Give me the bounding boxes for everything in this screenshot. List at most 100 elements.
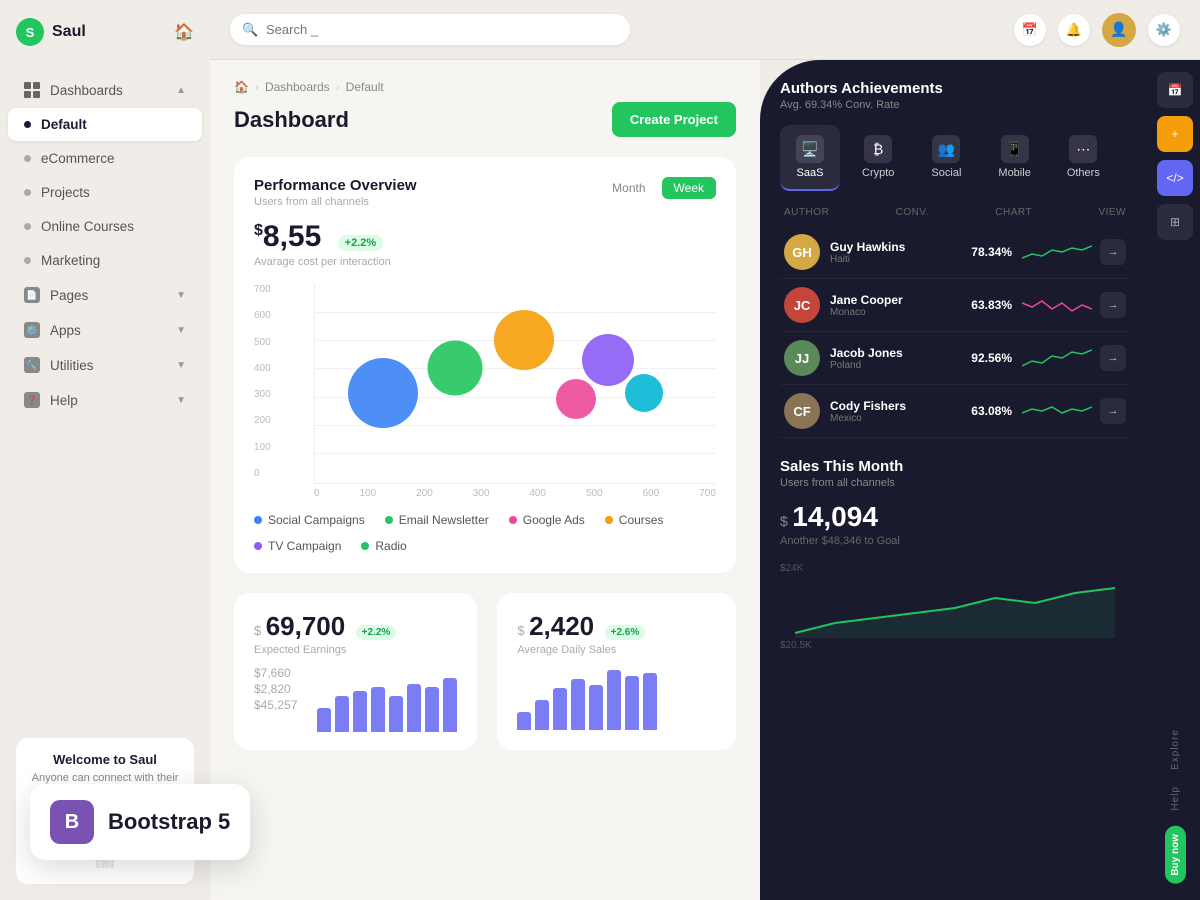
sidebar-item-marketing[interactable]: Marketing — [8, 244, 202, 277]
daily-sales-label: Average Daily Sales — [517, 644, 716, 656]
x-axis: 0 100 200 300 400 500 600 700 — [314, 488, 716, 499]
author-location-jane: Monaco — [830, 307, 957, 318]
daily-sales-badge: +2.6% — [605, 625, 646, 640]
app-name: Saul — [52, 23, 86, 41]
breadcrumb-home[interactable]: 🏠 — [234, 80, 249, 94]
sales-title: Sales This Month — [780, 458, 1130, 475]
sales-chart — [780, 578, 1130, 638]
period-month-button[interactable]: Month — [600, 177, 657, 199]
calendar-button[interactable]: 📅 — [1014, 14, 1046, 46]
chevron-icon: ▲ — [176, 85, 186, 96]
nav-dot — [24, 121, 31, 128]
tab-social-label: Social — [931, 167, 961, 179]
legend-radio: Radio — [361, 539, 406, 553]
earnings-bar-chart — [317, 672, 457, 732]
sidebar-item-online-courses[interactable]: Online Courses — [8, 210, 202, 243]
content: 🏠 › Dashboards › Default Dashboard Creat… — [210, 60, 1200, 900]
earnings-value: 69,700 — [266, 611, 346, 641]
pin-icon[interactable]: 🏠 — [174, 22, 194, 42]
earnings-label: Expected Earnings — [254, 644, 457, 656]
author-conv-cody: 63.08% — [957, 404, 1012, 418]
authors-table-header: AUTHOR CONV. CHART VIEW — [780, 207, 1130, 218]
sidebar-header: S Saul 🏠 — [0, 0, 210, 64]
sidebar-label-dashboards: Dashboards — [50, 83, 123, 98]
sidebar-label-ecommerce: eCommerce — [41, 151, 115, 166]
tab-crypto[interactable]: ₿ Crypto — [848, 125, 908, 191]
author-name-guy: Guy Hawkins — [830, 240, 957, 254]
author-view-btn-jane[interactable]: → — [1100, 292, 1126, 318]
nav-dot — [24, 257, 31, 264]
sidebar-label-online-courses: Online Courses — [41, 219, 134, 234]
bootstrap-logo: B — [50, 800, 94, 844]
calendar-edge-button[interactable]: 📅 — [1157, 72, 1193, 108]
tab-others[interactable]: ⋯ Others — [1053, 125, 1114, 191]
sidebar-item-pages[interactable]: 📄 Pages ▼ — [8, 278, 202, 312]
avatar[interactable]: 👤 — [1102, 13, 1136, 47]
author-name-jacob: Jacob Jones — [830, 346, 957, 360]
author-row-cody: CF Cody Fishers Mexico 63.08% → — [780, 385, 1130, 438]
sidebar-item-dashboards[interactable]: Dashboards ▲ — [8, 73, 202, 107]
add-edge-button[interactable]: + — [1157, 116, 1193, 152]
breadcrumb-dashboards[interactable]: Dashboards — [265, 80, 330, 94]
nav-dot — [24, 189, 31, 196]
daily-sales-value: 2,420 — [529, 611, 594, 641]
sidebar-label-utilities: Utilities — [50, 358, 94, 373]
authors-section: Authors Achievements Avg. 69.34% Conv. R… — [780, 80, 1130, 651]
create-project-button[interactable]: Create Project — [612, 102, 736, 137]
utilities-icon: 🔧 — [24, 357, 40, 373]
topbar: 🔍 📅 🔔 👤 ⚙️ — [210, 0, 1200, 60]
period-buttons: Month Week — [600, 177, 716, 199]
period-week-button[interactable]: Week — [662, 177, 716, 199]
col-view: VIEW — [1098, 207, 1126, 218]
author-view-btn-cody[interactable]: → — [1100, 398, 1126, 424]
author-row-guy: GH Guy Hawkins Haiti 78.34% → — [780, 226, 1130, 279]
search-input[interactable] — [230, 14, 630, 45]
notifications-button[interactable]: 🔔 — [1058, 14, 1090, 46]
author-avatar-guy: GH — [784, 234, 820, 270]
code-edge-button[interactable]: </> — [1157, 160, 1193, 196]
sidebar-item-apps[interactable]: ⚙️ Apps ▼ — [8, 313, 202, 347]
sidebar-item-utilities[interactable]: 🔧 Utilities ▼ — [8, 348, 202, 382]
sidebar-item-help[interactable]: ❓ Help ▼ — [8, 383, 202, 417]
search-wrap: 🔍 — [230, 14, 630, 45]
saas-icon: 🖥️ — [796, 135, 824, 163]
grid-edge-button[interactable]: ⊞ — [1157, 204, 1193, 240]
others-icon: ⋯ — [1069, 135, 1097, 163]
tab-social[interactable]: 👥 Social — [916, 125, 976, 191]
chevron-icon: ▼ — [176, 325, 186, 336]
logo-icon: S — [16, 18, 44, 46]
sidebar-item-projects[interactable]: Projects — [8, 176, 202, 209]
bubble-tv — [582, 334, 634, 386]
tab-crypto-label: Crypto — [862, 167, 894, 179]
author-name-cody: Cody Fishers — [830, 399, 957, 413]
content-main: 🏠 › Dashboards › Default Dashboard Creat… — [210, 60, 760, 900]
author-chart-guy — [1012, 240, 1092, 265]
bubble-chart — [314, 284, 716, 484]
right-panel: Authors Achievements Avg. 69.34% Conv. R… — [760, 60, 1150, 900]
author-location-guy: Haiti — [830, 254, 957, 265]
performance-label: Avarage cost per interaction — [254, 256, 716, 268]
author-chart-cody — [1012, 399, 1092, 424]
daily-sales-bar-chart — [517, 670, 716, 730]
tab-saas-label: SaaS — [797, 167, 824, 179]
col-author: AUTHOR — [784, 207, 829, 218]
sales-goal: Another $48,346 to Goal — [780, 535, 1130, 547]
author-view-btn-guy[interactable]: → — [1100, 239, 1126, 265]
settings-button[interactable]: ⚙️ — [1148, 14, 1180, 46]
bootstrap-badge: B Bootstrap 5 — [30, 784, 250, 860]
chart-legend: Social Campaigns Email Newsletter Google… — [254, 513, 716, 553]
performance-badge: +2.2% — [338, 235, 384, 251]
col-conv: CONV. — [896, 207, 929, 218]
sidebar-item-default[interactable]: Default — [8, 108, 202, 141]
page-header: Dashboard Create Project — [234, 102, 736, 137]
nav-dot — [24, 223, 31, 230]
author-avatar-cody: CF — [784, 393, 820, 429]
sidebar-label-default: Default — [41, 117, 87, 132]
tab-saas[interactable]: 🖥️ SaaS — [780, 125, 840, 191]
buy-now-button[interactable]: Buy now — [1165, 826, 1186, 884]
help-icon: ❓ — [24, 392, 40, 408]
author-view-btn-jacob[interactable]: → — [1100, 345, 1126, 371]
tab-mobile[interactable]: 📱 Mobile — [984, 125, 1044, 191]
legend-courses: Courses — [605, 513, 664, 527]
sidebar-item-ecommerce[interactable]: eCommerce — [8, 142, 202, 175]
